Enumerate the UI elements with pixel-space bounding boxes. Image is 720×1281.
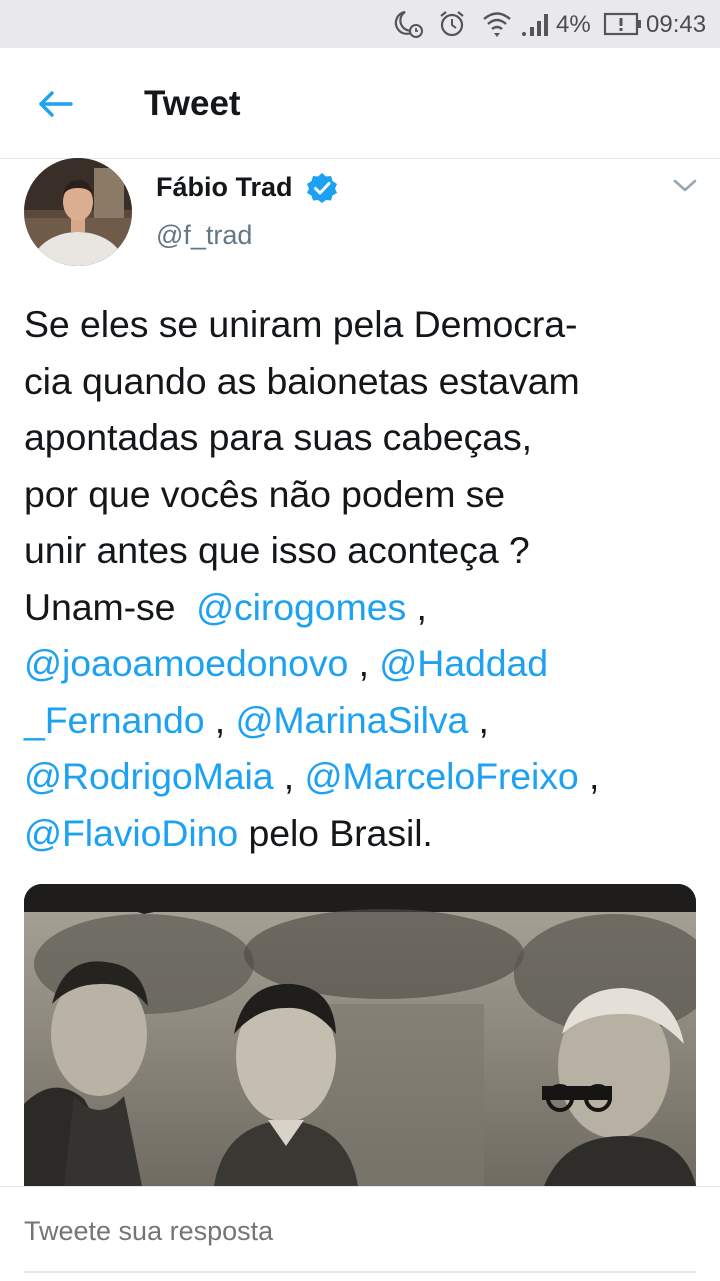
verified-badge-icon bbox=[306, 172, 338, 204]
tweet-text-segment: , bbox=[273, 755, 305, 797]
mention-link[interactable]: @cirogomes bbox=[196, 586, 406, 628]
tweet-text-segment: unir antes que isso aconteça ? bbox=[24, 529, 530, 571]
tweet-text-line: por que vocês não podem se bbox=[24, 466, 704, 523]
clock-time: 09:43 bbox=[646, 11, 707, 38]
tweet-text-line: _Fernando , @MarinaSilva , bbox=[24, 692, 704, 749]
moon-alarm-icon bbox=[388, 8, 428, 40]
tweet-text-segment: apontadas para suas cabeças, bbox=[24, 416, 532, 458]
signal-icon bbox=[520, 8, 554, 40]
tweet-text-line: unir antes que isso aconteça ? bbox=[24, 522, 704, 579]
mention-link[interactable]: @FlavioDino bbox=[24, 812, 238, 854]
tweet-text-segment: pelo Brasil. bbox=[238, 811, 433, 854]
tweet-text-segment: Se eles se uniram pela Democra- bbox=[24, 303, 578, 345]
back-button[interactable] bbox=[30, 84, 80, 124]
tweet-text-segment: , bbox=[204, 698, 236, 741]
app-bar: Tweet bbox=[0, 48, 720, 159]
tweet-text-segment: cia quando as baionetas estavam bbox=[24, 359, 580, 402]
author-name[interactable]: Fábio Trad bbox=[156, 172, 293, 203]
alarm-clock-icon bbox=[436, 8, 468, 40]
tweet-text-segment: , bbox=[578, 755, 600, 797]
mention-link[interactable]: @Haddad bbox=[379, 642, 548, 684]
tweet-text-segment: Unam-se bbox=[24, 585, 197, 628]
tweet-text-line: @joaoamoedonovo , @Haddad bbox=[24, 635, 704, 692]
mention-link[interactable]: @RodrigoMaia bbox=[24, 755, 274, 797]
status-bar: 4% 09:43 bbox=[0, 0, 720, 48]
arrow-left-icon bbox=[39, 91, 73, 117]
tweet-text-line: @RodrigoMaia , @MarceloFreixo , bbox=[24, 748, 704, 805]
tweet-text-line: cia quando as baionetas estavam bbox=[24, 353, 704, 410]
tweet-text-line: @FlavioDino pelo Brasil. bbox=[24, 805, 704, 862]
tweet-photo[interactable] bbox=[24, 884, 696, 1186]
avatar[interactable] bbox=[24, 158, 132, 266]
tweet-text-line: Se eles se uniram pela Democra- bbox=[24, 296, 704, 353]
tweet-text-segment: , bbox=[348, 642, 380, 684]
wifi-icon bbox=[480, 8, 514, 40]
reply-input[interactable] bbox=[24, 1209, 696, 1253]
tweet-text-segment: por que vocês não podem se bbox=[24, 472, 506, 515]
mention-link[interactable]: @MarinaSilva bbox=[235, 699, 468, 741]
tweet-text: Se eles se uniram pela Democra-cia quand… bbox=[24, 296, 704, 861]
tweet-text-segment: , bbox=[468, 698, 489, 741]
tweet-text-line: apontadas para suas cabeças, bbox=[24, 409, 704, 466]
tweet-text-line: Unam-se @cirogomes , bbox=[24, 579, 704, 636]
mention-link[interactable]: _Fernando bbox=[24, 699, 205, 741]
chevron-down-icon[interactable] bbox=[672, 176, 698, 196]
mention-link[interactable]: @MarceloFreixo bbox=[304, 755, 578, 797]
author-handle[interactable]: @f_trad bbox=[156, 220, 252, 251]
tweet-text-segment: , bbox=[406, 585, 427, 628]
battery-alert-icon bbox=[602, 8, 644, 40]
mention-link[interactable]: @joaoamoedonovo bbox=[24, 642, 348, 684]
reply-bar bbox=[0, 1186, 720, 1281]
page-title: Tweet bbox=[144, 84, 241, 123]
battery-percent: 4% bbox=[556, 11, 591, 38]
reply-underline bbox=[24, 1271, 696, 1273]
